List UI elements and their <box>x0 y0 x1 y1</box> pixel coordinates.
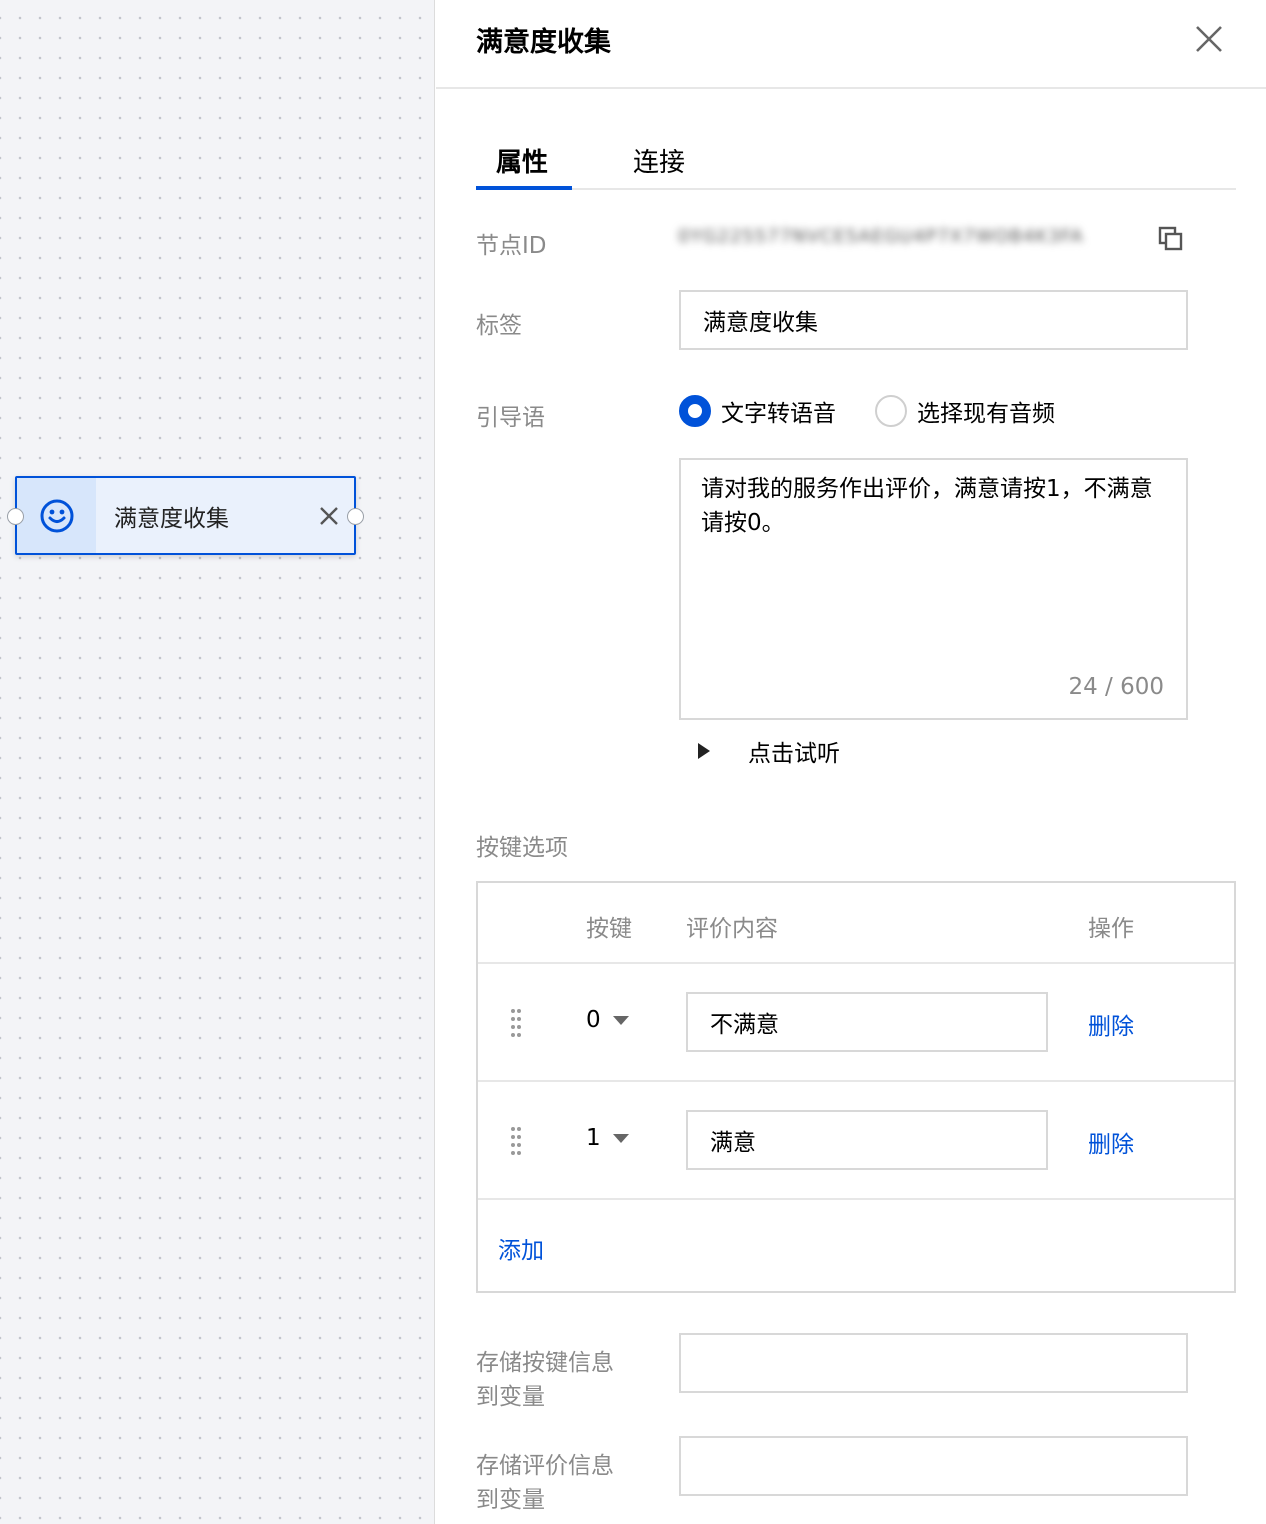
node-id-label: 节点ID <box>476 233 547 259</box>
node-icon-box <box>17 478 96 553</box>
prompt-label: 引导语 <box>476 405 545 431</box>
flow-canvas[interactable]: 满意度收集 <box>0 0 435 1524</box>
store-eval-label-line2: 到变量 <box>476 1487 545 1513</box>
store-eval-label: 存储评价信息 到变量 <box>476 1449 614 1517</box>
preview-button[interactable]: 点击试听 <box>698 734 840 768</box>
node-output-port[interactable] <box>347 508 364 525</box>
panel-title: 满意度收集 <box>476 27 611 58</box>
radio-checked-icon <box>679 395 711 427</box>
preview-label: 点击试听 <box>748 741 840 767</box>
prompt-text: 请对我的服务作出评价，满意请按1，不满意请按0。 <box>701 476 1153 536</box>
evaluation-content-input[interactable]: 满意 <box>686 1110 1048 1170</box>
delete-row-button[interactable]: 删除 <box>1088 1007 1134 1041</box>
key-select[interactable]: 0 <box>586 1007 629 1033</box>
prompt-textarea[interactable]: 请对我的服务作出评价，满意请按1，不满意请按0。 24 / 600 <box>679 458 1188 720</box>
radio-existing-audio[interactable]: 选择现有音频 <box>875 394 1055 428</box>
char-counter: 24 / 600 <box>1068 674 1164 700</box>
node-id-value: 0YG225577NVCE5AEGU4P7X7WOB4K3FA <box>678 226 1084 247</box>
row-divider <box>478 1080 1234 1082</box>
tag-label: 标签 <box>476 313 522 339</box>
drag-handle-icon[interactable] <box>510 1126 522 1156</box>
evaluation-content-input[interactable]: 不满意 <box>686 992 1048 1052</box>
store-key-label: 存储按键信息 到变量 <box>476 1346 614 1414</box>
store-eval-variable-input[interactable] <box>679 1436 1188 1496</box>
drag-handle-icon[interactable] <box>510 1008 522 1038</box>
node-input-port[interactable] <box>7 508 24 525</box>
store-key-label-line1: 存储按键信息 <box>476 1350 614 1376</box>
chevron-down-icon <box>612 1133 629 1143</box>
chevron-down-icon <box>612 1015 629 1025</box>
flow-node-satisfaction[interactable]: 满意度收集 <box>7 476 364 555</box>
tab-properties[interactable]: 属性 <box>496 142 548 179</box>
key-select-value: 0 <box>586 1007 601 1033</box>
radio-tts-label: 文字转语音 <box>721 401 836 427</box>
close-icon <box>320 506 338 525</box>
smiley-icon <box>40 499 73 532</box>
row-divider <box>478 962 1234 964</box>
tab-connections[interactable]: 连接 <box>633 142 685 179</box>
radio-tts[interactable]: 文字转语音 <box>679 394 836 428</box>
play-icon <box>698 743 710 759</box>
store-eval-label-line1: 存储评价信息 <box>476 1453 614 1479</box>
properties-panel: 满意度收集 属性 连接 节点ID 0YG225577NVCE5AEGU4P7X7… <box>436 0 1266 1524</box>
copy-icon[interactable] <box>1158 226 1184 252</box>
radio-unchecked-icon <box>875 395 907 427</box>
store-key-variable-input[interactable] <box>679 1333 1188 1393</box>
add-row-button[interactable]: 添加 <box>498 1231 544 1265</box>
store-key-label-line2: 到变量 <box>476 1384 545 1410</box>
panel-tabs: 属性 连接 <box>476 128 1236 190</box>
header-key: 按键 <box>586 916 632 942</box>
key-options-label: 按键选项 <box>476 835 568 861</box>
delete-row-button[interactable]: 删除 <box>1088 1125 1134 1159</box>
row-divider <box>478 1198 1234 1200</box>
panel-header: 满意度收集 <box>436 0 1266 89</box>
node-label: 满意度收集 <box>114 505 229 532</box>
tag-input[interactable]: 满意度收集 <box>679 290 1188 350</box>
active-tab-indicator <box>476 186 572 190</box>
key-options-table: 按键 评价内容 操作 0 不满意 删除 1 满意 删除 添加 <box>476 881 1236 1293</box>
key-select[interactable]: 1 <box>586 1125 629 1151</box>
key-select-value: 1 <box>586 1125 601 1151</box>
close-icon[interactable] <box>1192 22 1226 56</box>
header-action: 操作 <box>1088 916 1134 942</box>
header-content: 评价内容 <box>686 916 778 942</box>
radio-audio-label: 选择现有音频 <box>917 401 1055 427</box>
